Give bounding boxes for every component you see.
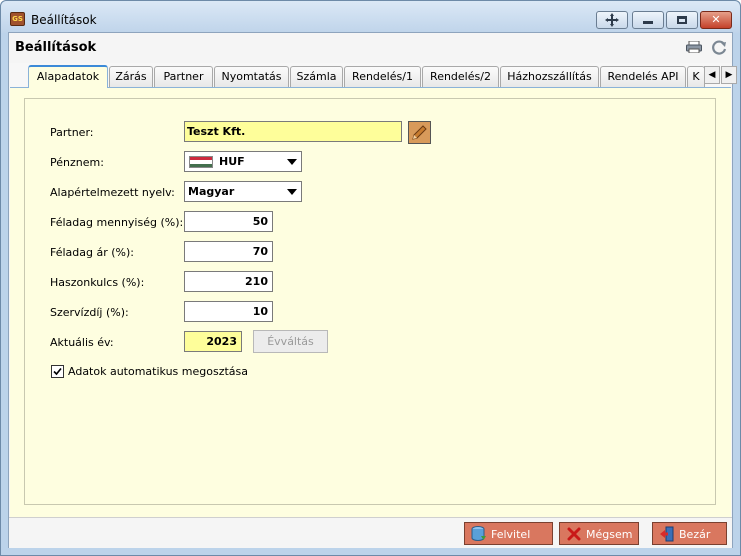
close-window-button[interactable]: ✕ (700, 11, 732, 29)
currency-label: Pénznem: (50, 156, 104, 169)
maximize-button[interactable] (666, 11, 698, 29)
share-data-label: Adatok automatikus megosztása (68, 365, 249, 378)
pencil-icon (412, 125, 427, 140)
language-label: Alapértelmezett nyelv: (50, 186, 175, 199)
app-icon: GS (10, 12, 25, 26)
currency-value: HUF (219, 155, 245, 168)
settings-window: GS Beállítások ✕ Beállítások Alapadatok (0, 0, 741, 556)
tab-scroll-left-button[interactable]: ◀ (704, 66, 720, 84)
close-icon: ✕ (711, 13, 721, 26)
partner-field[interactable]: Teszt Kft. (184, 121, 402, 142)
currency-select[interactable]: HUF (184, 151, 302, 172)
save-button[interactable]: Felvitel (464, 522, 553, 545)
header-bar: Beállítások (9, 33, 732, 63)
close-label: Bezár (679, 528, 711, 541)
language-select[interactable]: Magyar (184, 181, 302, 202)
task-quantity-label: Féladag mennyiség (%): (50, 216, 184, 229)
task-quantity-field[interactable]: 50 (184, 211, 273, 232)
minimize-icon (643, 21, 653, 24)
tab-alapadatok[interactable]: Alapadatok (28, 65, 108, 88)
task-price-label: Féladag ár (%): (50, 246, 134, 259)
task-price-field[interactable]: 70 (184, 241, 273, 262)
window-title: Beállítások (31, 13, 97, 27)
tab-hazhozszallitas[interactable]: Házhozszállítás (500, 66, 599, 87)
partner-picker-button[interactable] (408, 121, 431, 144)
hungarian-flag-icon (189, 156, 213, 168)
tab-rendeles-2[interactable]: Rendelés/2 (422, 66, 499, 87)
service-fee-label: Szervízdíj (%): (50, 306, 129, 319)
cancel-label: Mégsem (586, 528, 633, 541)
share-data-checkbox[interactable] (51, 365, 64, 378)
margin-label: Haszonkulcs (%): (50, 276, 145, 289)
service-fee-field[interactable]: 10 (184, 301, 273, 322)
tab-rendeles-api[interactable]: Rendelés API (600, 66, 686, 87)
exit-door-icon (660, 526, 674, 542)
move-button[interactable] (596, 11, 628, 29)
cancel-x-icon (567, 527, 581, 541)
alapadatok-panel: Partner: Teszt Kft. Pénznem: HUF Alapért… (10, 87, 731, 517)
settings-group: Partner: Teszt Kft. Pénznem: HUF Alapért… (24, 98, 716, 505)
minimize-button[interactable] (632, 11, 664, 29)
tab-partner[interactable]: Partner (154, 66, 213, 87)
client-area: Beállítások Alapadatok Zárás Partner Nyo… (8, 32, 737, 548)
tab-szamla[interactable]: Számla (290, 66, 343, 87)
language-value: Magyar (188, 185, 235, 198)
current-year-label: Aktuális év: (50, 336, 114, 349)
year-change-button[interactable]: Évváltás (253, 330, 328, 353)
database-save-icon (471, 526, 486, 541)
tab-nyomtatas[interactable]: Nyomtatás (214, 66, 289, 87)
chevron-left-icon: ◀ (708, 70, 716, 80)
move-icon (605, 13, 619, 27)
title-bar[interactable]: GS Beállítások ✕ (1, 1, 740, 33)
action-bar: Felvitel Mégsem Bezár (9, 517, 732, 548)
chevron-right-icon: ▶ (725, 70, 733, 80)
current-year-field: 2023 (184, 331, 242, 352)
tab-scroll-right-button[interactable]: ▶ (721, 66, 737, 84)
tab-zaras[interactable]: Zárás (109, 66, 153, 87)
chevron-down-icon (287, 159, 297, 165)
refresh-icon[interactable] (710, 39, 728, 57)
cancel-button[interactable]: Mégsem (559, 522, 639, 545)
maximize-icon (677, 16, 687, 24)
save-label: Felvitel (491, 528, 531, 541)
chevron-down-icon (287, 189, 297, 195)
page-title: Beállítások (15, 40, 97, 55)
close-button[interactable]: Bezár (652, 522, 727, 545)
margin-field[interactable]: 210 (184, 271, 273, 292)
tab-truncated[interactable]: K (687, 66, 705, 87)
print-icon[interactable] (686, 41, 702, 53)
checkmark-icon (53, 367, 62, 376)
partner-label: Partner: (50, 126, 94, 139)
tab-strip: Alapadatok Zárás Partner Nyomtatás Száml… (15, 65, 737, 88)
tab-rendeles-1[interactable]: Rendelés/1 (344, 66, 421, 87)
